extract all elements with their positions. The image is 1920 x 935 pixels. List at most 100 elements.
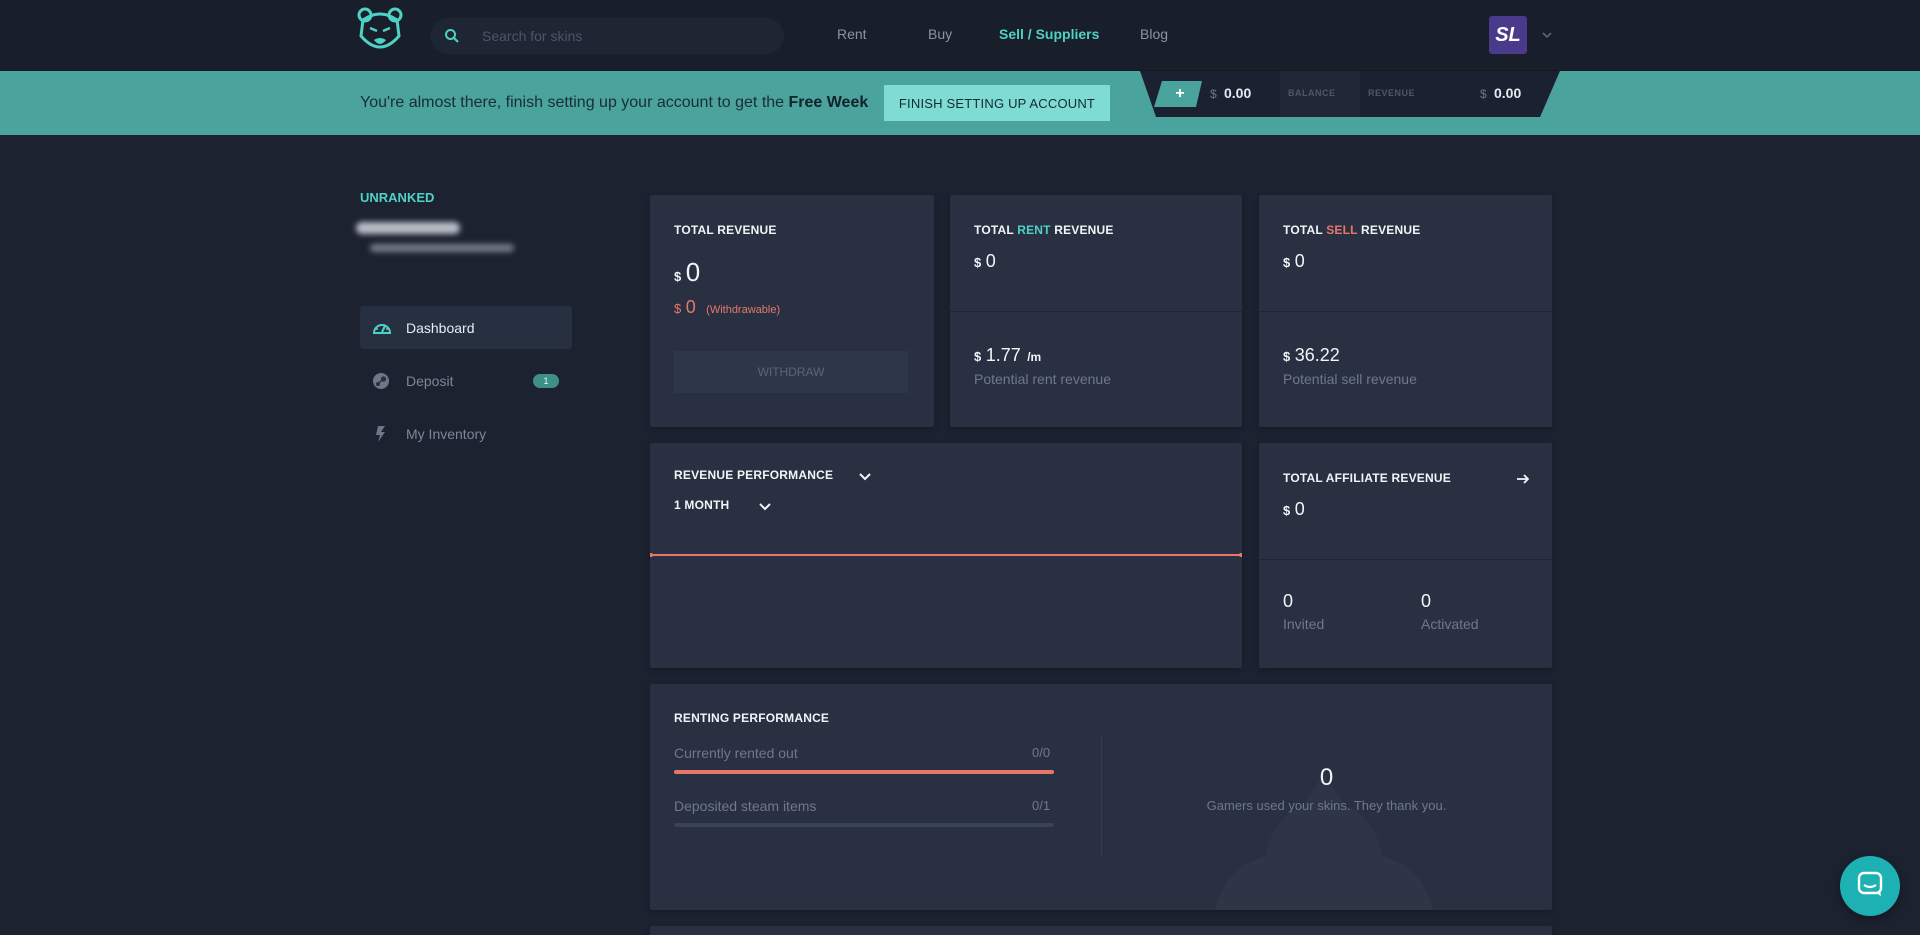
bear-logo-icon[interactable] <box>357 6 403 56</box>
setup-message-text: You're almost there, finish setting up y… <box>360 94 789 111</box>
deposit-count-badge: 1 <box>533 374 559 388</box>
sidebar-item-my-inventory[interactable]: My Inventory <box>360 412 572 455</box>
nav-link-sell-suppliers[interactable]: Sell / Suppliers <box>999 26 1099 42</box>
currency-symbol: $ <box>974 349 982 364</box>
title-suffix: REVENUE <box>1357 223 1421 237</box>
chevron-down-icon[interactable] <box>1540 28 1554 42</box>
potential-sell-amount: $ 36.22 <box>1283 345 1340 366</box>
potential-rent-amount: $ 1.77 /m <box>974 345 1041 366</box>
period-select[interactable]: 1 MONTH <box>674 498 729 512</box>
balance-value: 0.00 <box>1224 85 1252 101</box>
chat-bubble-icon <box>1856 870 1884 903</box>
nav-link-buy[interactable]: Buy <box>928 26 952 42</box>
invited-label: Invited <box>1283 616 1325 632</box>
rented-out-label: Currently rented out <box>674 745 798 761</box>
sidebar-item-label: Dashboard <box>406 320 475 336</box>
potential-sell-value: 36.22 <box>1294 345 1340 365</box>
rent-revenue-title: TOTAL RENT REVENUE <box>974 223 1114 237</box>
avatar-text: SL <box>1495 23 1521 46</box>
sidebar-item-deposit[interactable]: Deposit 1 <box>360 359 572 402</box>
sell-revenue-card: TOTAL SELL REVENUE $ 0 $ 36.22 Potential… <box>1259 195 1552 427</box>
nav-link-blog[interactable]: Blog <box>1140 26 1168 42</box>
withdrawable-value: 0 <box>685 297 696 317</box>
card-divider <box>1259 311 1552 312</box>
title-prefix: TOTAL <box>1283 223 1327 237</box>
support-chat-button[interactable] <box>1840 856 1900 916</box>
potential-sell-label: Potential sell revenue <box>1283 371 1417 387</box>
title-prefix: TOTAL <box>974 223 1018 237</box>
affiliate-revenue-amount: $ 0 <box>1283 499 1305 520</box>
currency-symbol: $ <box>1283 255 1291 270</box>
potential-rent-value: 1.77 <box>985 345 1021 365</box>
blurred-user-detail <box>370 244 514 252</box>
deposited-items-progress <box>674 823 1054 827</box>
title-highlight: SELL <box>1326 223 1358 237</box>
renting-performance-title: RENTING PERFORMANCE <box>674 711 830 725</box>
revenue-currency: $ <box>1480 87 1487 101</box>
rank-label: UNRANKED <box>360 190 435 205</box>
affiliate-revenue-title: TOTAL AFFILIATE REVENUE <box>1283 471 1451 485</box>
free-week-text: Free Week <box>788 94 869 111</box>
potential-rent-unit: /m <box>1027 350 1042 364</box>
withdrawable-amount: $ 0 (Withdrawable) <box>674 297 780 318</box>
dashboard-gauge-icon <box>372 319 392 337</box>
affiliate-revenue-value: 0 <box>1294 499 1305 519</box>
add-funds-button[interactable]: + <box>1166 83 1194 105</box>
affiliate-revenue-card: TOTAL AFFILIATE REVENUE $ 0 0 Invited 0 … <box>1259 443 1552 668</box>
setup-message: You're almost there, finish setting up y… <box>360 94 868 112</box>
sell-revenue-title: TOTAL SELL REVENUE <box>1283 223 1420 237</box>
revenue-point-end <box>1239 553 1242 557</box>
revenue-type-dropdown-chevron-icon[interactable] <box>858 469 872 483</box>
total-revenue-card: TOTAL REVENUE $ 0 $ 0 (Withdrawable) WIT… <box>650 195 934 427</box>
balance-panel: + $ 0.00 BALANCE REVENUE $ 0.00 <box>1140 71 1560 117</box>
rented-out-value: 0/0 <box>1032 745 1051 760</box>
revenue-performance-card: REVENUE PERFORMANCE 1 MONTH <box>650 443 1242 668</box>
sidebar-item-label: Deposit <box>406 373 454 389</box>
rent-revenue-card: TOTAL RENT REVENUE $ 0 $ 1.77 /m Potenti… <box>950 195 1242 427</box>
nav-link-rent[interactable]: Rent <box>837 26 867 42</box>
total-revenue-title: TOTAL REVENUE <box>674 223 777 237</box>
arrow-right-icon[interactable] <box>1515 471 1531 487</box>
withdraw-button[interactable]: WITHDRAW <box>674 351 908 393</box>
finish-setup-button[interactable]: FINISH SETTING UP ACCOUNT <box>884 85 1110 121</box>
gamers-count: 0 <box>650 764 1552 792</box>
sidebar-item-label: My Inventory <box>406 426 487 442</box>
currency-symbol: $ <box>974 255 982 270</box>
title-highlight: RENT <box>1017 223 1051 237</box>
renting-performance-card: RENTING PERFORMANCE Currently rented out… <box>650 684 1552 910</box>
setup-banner: You're almost there, finish setting up y… <box>0 71 1920 135</box>
withdrawable-label: (Withdrawable) <box>706 304 781 316</box>
search-input[interactable]: Search for skins <box>482 28 582 44</box>
avatar[interactable]: SL <box>1489 16 1527 54</box>
revenue-point-start <box>650 553 653 557</box>
card-divider <box>950 311 1242 312</box>
gamers-message-text: Gamers used your skins. They thank you. <box>1206 798 1447 813</box>
top-navbar: Search for skins Rent Buy Sell / Supplie… <box>0 0 1920 71</box>
withdrawable-currency: $ <box>674 301 682 316</box>
revenue-performance-title: REVENUE PERFORMANCE <box>674 468 834 482</box>
period-dropdown-chevron-icon[interactable] <box>758 499 772 513</box>
balance-label: BALANCE <box>1288 88 1336 98</box>
lightning-icon <box>372 425 390 443</box>
currency-symbol: $ <box>674 269 682 284</box>
revenue-line-chart <box>650 553 1242 557</box>
balance-currency: $ <box>1210 87 1217 101</box>
card-divider <box>1259 559 1552 560</box>
search-icon <box>444 28 460 44</box>
blurred-username <box>356 222 460 234</box>
revenue-value: 0.00 <box>1494 85 1522 101</box>
rent-revenue-amount: $ 0 <box>974 251 996 272</box>
currency-symbol: $ <box>1283 503 1291 518</box>
vertical-divider <box>1101 734 1102 858</box>
invited-value: 0 <box>1283 591 1294 611</box>
sell-revenue-amount: $ 0 <box>1283 251 1305 272</box>
sidebar-item-dashboard[interactable]: Dashboard <box>360 306 572 349</box>
next-section-card <box>650 926 1552 935</box>
activated-label: Activated <box>1421 616 1479 632</box>
sell-revenue-value: 0 <box>1294 251 1305 271</box>
activated-value: 0 <box>1421 591 1432 611</box>
revenue-label: REVENUE <box>1368 88 1416 98</box>
search-bar[interactable]: Search for skins <box>430 18 784 54</box>
gamers-message: Gamers used your skins. They thank you. <box>650 798 1552 813</box>
gamers-count-value: 0 <box>1319 764 1334 791</box>
